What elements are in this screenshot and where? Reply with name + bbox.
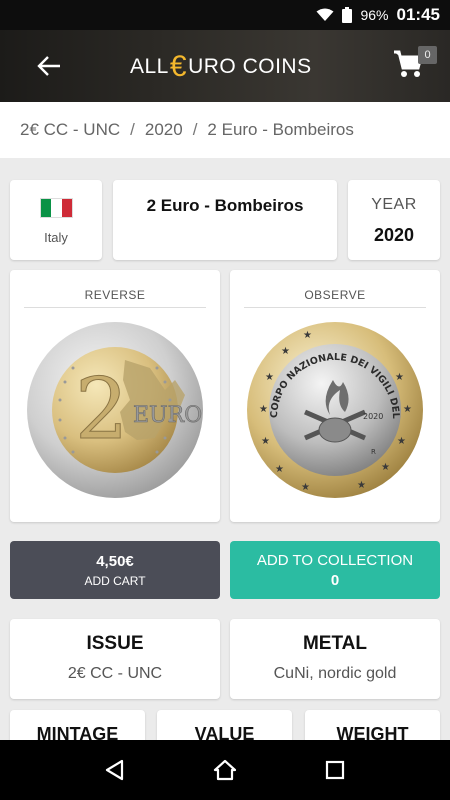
brand-right: URO COINS [188,55,312,78]
wifi-icon [316,8,334,22]
svg-text:★: ★ [259,404,268,415]
coin-title-card: 2 Euro - Bombeiros [113,180,337,260]
battery-icon [342,7,353,23]
metal-label: METAL [302,633,368,654]
reverse-card[interactable]: REVERSE 2 EURO [10,270,220,522]
add-to-collection-label: ADD TO COLLECTION [256,551,414,569]
coin-title: 2 Euro - Bombeiros [146,196,304,215]
metal-value: CuNi, nordic gold [273,665,397,682]
reverse-text: EURO [133,403,202,428]
svg-text:★: ★ [303,330,312,341]
status-bar: 96% 01:45 [0,0,450,30]
breadcrumb-item-category[interactable]: 2€ CC - UNC [20,120,120,140]
svg-text:★: ★ [381,462,390,473]
svg-text:★: ★ [403,404,412,415]
square-recent-icon [325,760,345,780]
battery-level: 96% [360,7,389,23]
year-card: YEAR 2020 [348,180,440,260]
issue-value: 2€ CC - UNC [67,665,163,682]
nav-home-button[interactable] [205,750,245,790]
svg-text:★: ★ [301,482,310,493]
add-cart-button[interactable]: 4,50€ ADD CART [10,541,220,599]
reverse-numeral: 2 [75,360,128,458]
system-nav-bar [0,740,450,800]
home-icon [213,759,237,781]
nav-back-button[interactable] [95,750,135,790]
app-bar: ALL € URO COINS 0 [0,30,450,102]
collection-count: 0 [330,571,340,589]
breadcrumb-separator: / [130,120,135,139]
observe-mint-mark: R [371,448,376,456]
svg-text:★: ★ [261,436,270,447]
breadcrumb-item-coin: 2 Euro - Bombeiros [207,120,354,139]
svg-text:★: ★ [281,346,290,357]
svg-text:★: ★ [265,372,274,383]
cart-count-badge: 0 [418,46,437,64]
issue-label: ISSUE [86,633,144,654]
issue-card: ISSUE 2€ CC - UNC [10,619,220,699]
add-cart-label: ADD CART [84,573,146,588]
breadcrumb-separator: / [192,120,198,139]
svg-text:★: ★ [395,372,404,383]
observe-year: 2020 [363,412,383,421]
italy-flag-icon [40,198,73,218]
observe-card[interactable]: OBSERVE CORPO NAZIONALE DEI VIGILI DEL F… [230,270,440,522]
app-logo: ALL € URO COINS [130,50,330,83]
svg-text:★: ★ [397,436,406,447]
breadcrumb-item-year[interactable]: 2020 [145,120,183,140]
divider [24,307,206,308]
metal-card: METAL CuNi, nordic gold [230,619,440,699]
year-label: YEAR [371,196,417,213]
nav-recent-button[interactable] [315,750,355,790]
euro-symbol: € [169,50,188,83]
svg-text:★: ★ [275,464,284,475]
country-name: Italy [44,230,68,245]
observe-label: OBSERVE [304,288,366,302]
price-value: 4,50€ [96,552,134,570]
reverse-label: REVERSE [84,288,146,302]
reverse-coin-image: 2 EURO [27,322,203,498]
brand-left: ALL [130,55,169,78]
triangle-back-icon [105,759,124,781]
clock: 01:45 [396,5,440,24]
add-to-collection-button[interactable]: ADD TO COLLECTION 0 [230,541,440,599]
divider [244,307,426,308]
svg-text:★: ★ [357,480,366,491]
breadcrumb: 2€ CC - UNC / 2020 / 2 Euro - Bombeiros [0,102,450,158]
arrow-left-icon [37,56,60,76]
observe-coin-image: CORPO NAZIONALE DEI VIGILI DEL FUOCO 202… [245,320,423,498]
back-button[interactable] [34,48,64,84]
country-card: Italy [10,180,102,260]
year-value: 2020 [373,225,415,245]
